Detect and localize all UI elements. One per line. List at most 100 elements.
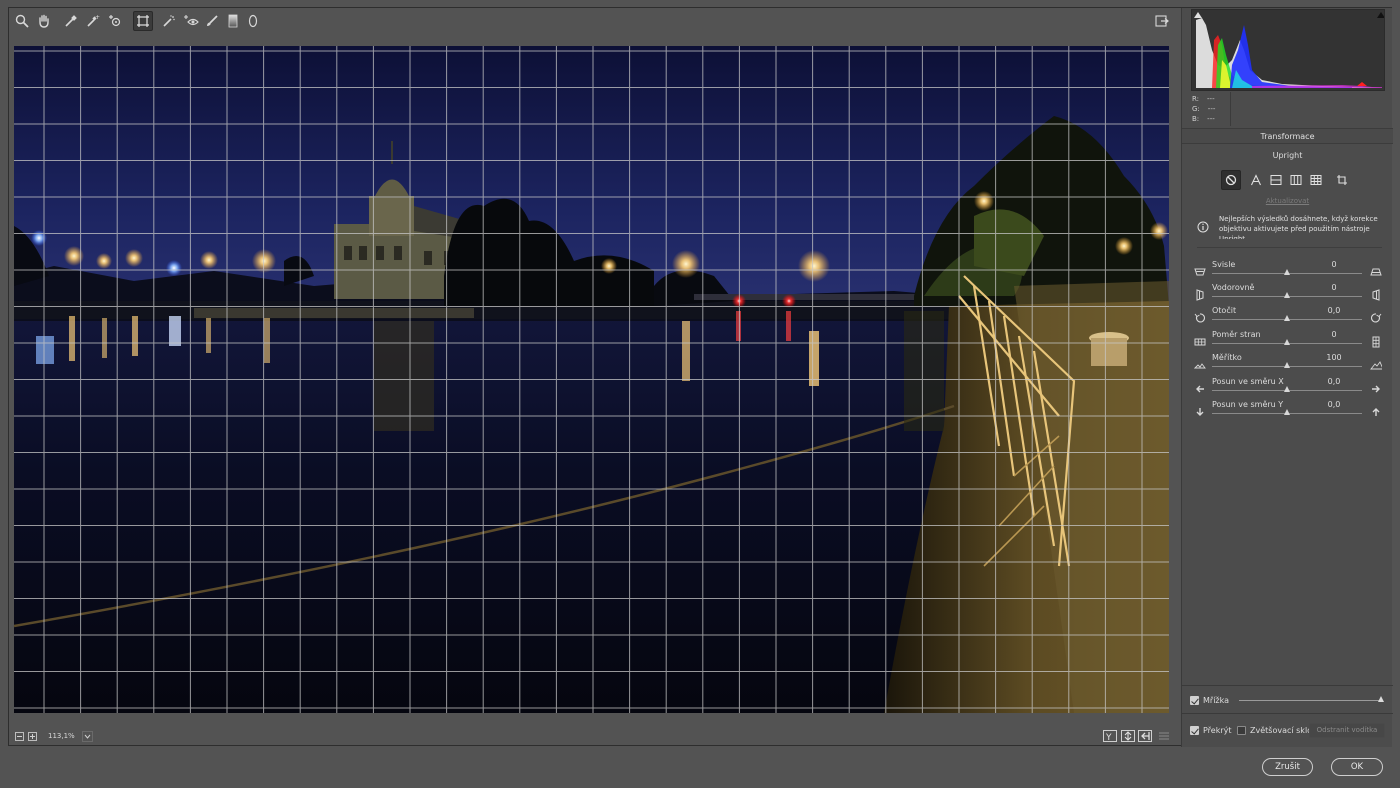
upright-off-icon[interactable]	[1221, 170, 1241, 190]
highlight-clipping-warning-icon[interactable]	[1377, 12, 1384, 18]
slider-thumb[interactable]	[1284, 362, 1290, 368]
rotate-right-icon	[1370, 312, 1382, 324]
slider-row-horizontal: Vodorovně 0	[1182, 283, 1393, 306]
update-link[interactable]: Aktualizovat	[1182, 197, 1393, 205]
slider-label: Poměr stran	[1212, 330, 1261, 339]
scale-up-icon	[1370, 359, 1382, 371]
photo-preview[interactable]	[14, 46, 1169, 713]
histogram-graph	[1196, 18, 1382, 88]
vertical-perspective-max-icon	[1370, 266, 1382, 278]
adjustment-brush-icon[interactable]	[202, 11, 222, 31]
transform-window: + 113,1% Y R: --- G: --- B: --- Transfor…	[8, 7, 1393, 747]
rotate-left-icon	[1194, 312, 1206, 324]
aspect-tall-icon	[1370, 336, 1382, 348]
slider-value[interactable]: 0	[1322, 260, 1346, 269]
b-value: ---	[1207, 115, 1215, 123]
upright-auto-icon[interactable]	[1246, 170, 1266, 190]
spot-removal-icon[interactable]	[159, 11, 179, 31]
g-value: ---	[1207, 105, 1216, 113]
toolbar: +	[9, 8, 1180, 34]
slider-row-aspect: Poměr stran 0	[1182, 330, 1393, 353]
slider-thumb[interactable]	[1284, 386, 1290, 392]
arrow-down-icon	[1194, 406, 1206, 418]
loupe-label: Zvětšovací sklo	[1250, 726, 1313, 735]
clear-guides-button[interactable]: Odstranit vodítka	[1309, 723, 1385, 738]
overlay-checkbox[interactable]	[1190, 726, 1199, 735]
zoom-icon[interactable]	[12, 11, 32, 31]
grid-label: Mřížka	[1203, 696, 1230, 705]
color-sampler-icon[interactable]: +	[83, 11, 103, 31]
slider-label: Posun ve směru X	[1212, 377, 1284, 386]
slider-value[interactable]: 0,0	[1322, 306, 1346, 315]
shadow-clipping-warning-icon[interactable]	[1194, 12, 1202, 18]
graduated-filter-icon[interactable]	[223, 11, 243, 31]
slider-value[interactable]: 0,0	[1322, 400, 1346, 409]
horizontal-perspective-max-icon	[1370, 289, 1382, 301]
zoom-level: 113,1%	[48, 732, 75, 740]
night-river-photo	[14, 46, 1169, 713]
ok-button[interactable]: OK	[1331, 758, 1383, 776]
r-label: R:	[1192, 95, 1200, 103]
info-text: Nejlepších výsledků dosáhnete, když kore…	[1219, 215, 1378, 239]
loupe-checkbox[interactable]	[1237, 726, 1246, 735]
slider-thumb[interactable]	[1284, 269, 1290, 275]
upright-full-icon[interactable]	[1306, 170, 1326, 190]
slider-row-vertical: Svisle 0	[1182, 260, 1393, 283]
upright-vertical-icon[interactable]	[1286, 170, 1306, 190]
copy-settings-icon[interactable]	[1138, 730, 1152, 742]
b-label: B:	[1192, 115, 1200, 123]
status-bar: 113,1% Y	[9, 727, 1180, 747]
before-after-y-icon[interactable]: Y	[1103, 730, 1117, 742]
overlay-label: Překrýt	[1203, 726, 1232, 735]
slider-label: Měřítko	[1212, 353, 1242, 362]
slider-thumb[interactable]	[1284, 339, 1290, 345]
chevron-down-icon	[84, 734, 91, 739]
arrow-up-icon	[1370, 406, 1382, 418]
preview-preferences-icon[interactable]	[1157, 730, 1171, 742]
targeted-adjustment-icon[interactable]	[105, 11, 125, 31]
svg-text:+: +	[95, 14, 100, 21]
red-eye-icon[interactable]	[181, 11, 201, 31]
svg-text:Y: Y	[1105, 733, 1112, 741]
image-canvas	[9, 35, 1180, 727]
slider-row-offset-x: Posun ve směru X 0,0	[1182, 377, 1393, 400]
slider-label: Svisle	[1212, 260, 1236, 269]
arrow-left-icon	[1194, 383, 1206, 395]
transform-icon[interactable]	[133, 11, 153, 31]
toggle-fullscreen-icon[interactable]	[1152, 11, 1172, 31]
info-icon	[1197, 221, 1209, 233]
slider-row-rotate: Otočit 0,0	[1182, 306, 1393, 329]
slider-thumb[interactable]	[1284, 292, 1290, 298]
zoom-in-button[interactable]	[28, 732, 37, 741]
grid-size-thumb[interactable]	[1378, 696, 1384, 702]
arrow-right-icon	[1370, 383, 1382, 395]
slider-value[interactable]: 0	[1322, 283, 1346, 292]
upright-guided-icon[interactable]	[1332, 170, 1352, 190]
right-panel: R: --- G: --- B: --- Transformace Upright A…	[1181, 8, 1393, 747]
white-balance-icon[interactable]	[61, 11, 81, 31]
upright-title: Upright	[1272, 151, 1303, 160]
zoom-out-button[interactable]	[15, 732, 24, 741]
radial-filter-icon[interactable]	[243, 11, 263, 31]
horizontal-perspective-icon	[1194, 289, 1206, 301]
section-title: Transformace	[1182, 128, 1393, 144]
vertical-perspective-icon	[1194, 266, 1206, 278]
slider-value[interactable]: 0	[1322, 330, 1346, 339]
swap-before-after-icon[interactable]	[1121, 730, 1135, 742]
slider-thumb[interactable]	[1284, 409, 1290, 415]
g-label: G:	[1192, 105, 1200, 113]
slider-value[interactable]: 100	[1322, 353, 1346, 362]
slider-row-scale: Měřítko 100	[1182, 353, 1393, 376]
hand-icon[interactable]	[34, 11, 54, 31]
slider-value[interactable]: 0,0	[1322, 377, 1346, 386]
zoom-dropdown-button[interactable]	[82, 731, 93, 742]
grid-size-track[interactable]	[1239, 700, 1382, 701]
aspect-wide-icon	[1194, 336, 1206, 348]
slider-label: Posun ve směru Y	[1212, 400, 1284, 409]
upright-level-icon[interactable]	[1266, 170, 1286, 190]
slider-thumb[interactable]	[1284, 315, 1290, 321]
slider-label: Vodorovně	[1212, 283, 1255, 292]
histogram	[1191, 9, 1385, 91]
grid-checkbox[interactable]	[1190, 696, 1199, 705]
cancel-button[interactable]: Zrušit	[1262, 758, 1313, 776]
